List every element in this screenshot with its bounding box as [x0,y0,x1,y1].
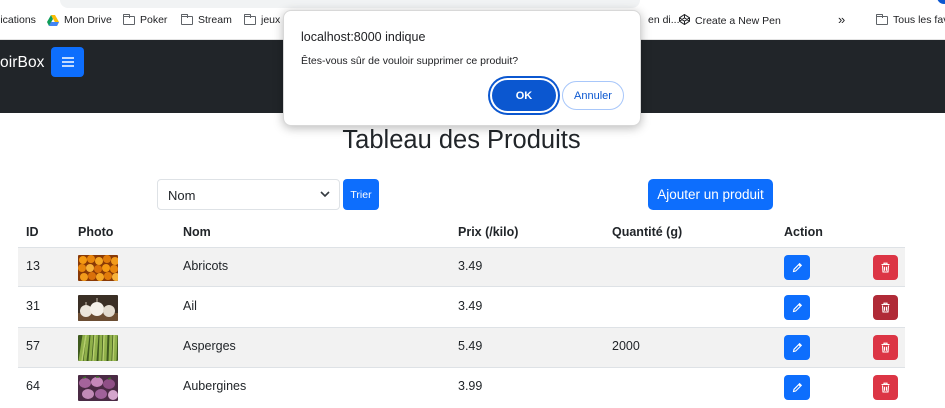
product-photo [78,335,118,361]
delete-button[interactable] [873,375,898,400]
cell-id: 57 [26,339,40,353]
column-header-quantity: Quantité (g) [612,225,683,239]
folder-icon [243,13,256,25]
pencil-icon [792,302,802,313]
table-row: 64 Aubergines 3.99 [18,368,905,408]
bookmark-label: Mon Drive [64,14,112,26]
dialog-cancel-button[interactable]: Annuler [562,81,624,110]
bookmark-jeux[interactable]: jeux [243,13,281,26]
column-header-action: Action [784,225,823,239]
confirm-dialog: localhost:8000 indique Êtes-vous sûr de … [283,10,641,126]
bookmark-create-new-pen[interactable]: Create a New Pen [679,13,781,28]
column-header-name: Nom [183,225,211,239]
product-photo [78,295,118,321]
delete-button[interactable] [873,295,898,320]
cell-name: Asperges [183,339,236,353]
dialog-title: localhost:8000 indique [301,30,426,44]
bookmark-poker[interactable]: Poker [122,13,168,26]
cell-name: Ail [183,299,197,313]
bookmark-all-favorites[interactable]: Tous les favo [875,13,945,26]
edit-button[interactable] [784,335,810,360]
page-title: Tableau des Produits [342,126,581,154]
trash-icon [881,342,890,353]
add-product-button[interactable]: Ajouter un produit [648,179,773,210]
bookmark-label: Create a New Pen [695,15,781,27]
pencil-icon [792,382,802,393]
table-row: 57 Asperges 5.49 2000 [18,328,905,368]
folder-icon [875,13,888,25]
sort-select-value: Nom [168,188,196,203]
bookmark-label: Tous les favo [893,14,945,26]
bookmark-label: en di... [648,14,680,26]
bookmark-label: Poker [140,14,168,26]
table-row: 13 Abricots 3.49 [18,247,905,287]
cell-name: Aubergines [183,379,247,393]
hamburger-icon [61,57,74,67]
pencil-icon [792,342,802,353]
delete-button[interactable] [873,255,898,280]
codepen-icon [679,13,690,28]
bookmarks-overflow-button[interactable]: » [838,12,845,27]
cell-price: 3.49 [458,299,483,313]
bookmark-stream[interactable]: Stream [180,13,232,26]
cell-id: 13 [26,259,40,273]
bookmark-label: lications [0,14,36,26]
bookmark-label: jeux [261,14,281,26]
drive-icon [47,14,59,26]
navbar-brand[interactable]: oirBox [0,54,45,72]
sort-select[interactable]: Nom [157,179,340,210]
bookmark-applications[interactable]: lications [0,14,36,26]
profile-avatar[interactable] [937,0,945,4]
bookmark-label: Stream [198,14,232,26]
cell-id: 64 [26,379,40,393]
column-header-photo: Photo [78,225,114,239]
address-bar-edge[interactable] [60,0,640,8]
edit-button[interactable] [784,295,810,320]
delete-button[interactable] [873,335,898,360]
dialog-ok-button[interactable]: OK [492,80,556,111]
dialog-message: Êtes-vous sûr de vouloir supprimer ce pr… [301,55,519,67]
bookmark-mon-drive[interactable]: Mon Drive [47,14,112,26]
product-photo [78,375,118,401]
trash-icon [881,382,890,393]
bookmark-truncated[interactable]: en di... [648,14,680,26]
chevron-down-icon [320,191,330,198]
cell-price: 3.99 [458,379,483,393]
cell-price: 3.49 [458,259,483,273]
column-header-id: ID [26,225,39,239]
cell-id: 31 [26,299,40,313]
cell-quantity: 2000 [612,339,640,353]
edit-button[interactable] [784,255,810,280]
edit-button[interactable] [784,375,810,400]
overflow-icon: » [838,12,846,27]
cell-price: 5.49 [458,339,483,353]
navbar-toggle-button[interactable] [51,47,84,77]
product-photo [78,255,118,281]
trash-icon [881,262,890,273]
table-row: 31 Ail 3.49 [18,288,905,328]
folder-icon [122,13,135,25]
cell-name: Abricots [183,259,229,273]
trash-icon [881,302,890,313]
sort-button[interactable]: Trier [343,179,379,210]
pencil-icon [792,262,802,273]
column-header-price: Prix (/kilo) [458,225,519,239]
folder-icon [180,13,193,25]
